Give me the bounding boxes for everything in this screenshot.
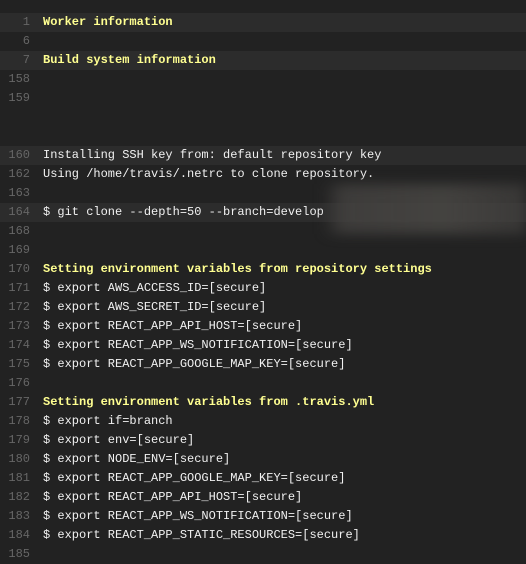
line-number-link[interactable]: 162 (0, 165, 30, 184)
log-line: 175 $ export REACT_APP_GOOGLE_MAP_KEY=[se… (0, 355, 526, 374)
line-number-link[interactable]: 175 (0, 355, 30, 374)
log-line: 180 $ export NODE_ENV=[secure] (0, 450, 526, 469)
line-number-link[interactable]: 158 (0, 70, 30, 89)
line-number-link[interactable]: 185 (0, 545, 30, 564)
log-text: $ export REACT_APP_STATIC_RESOURCES=[sec… (43, 528, 360, 542)
line-number-link[interactable]: 183 (0, 507, 30, 526)
line-number-link[interactable]: 160 (0, 146, 30, 165)
log-line: 158 (0, 70, 526, 89)
line-number-link[interactable]: 1 (0, 13, 30, 32)
line-number-link[interactable]: 172 (0, 298, 30, 317)
line-number-link[interactable]: 182 (0, 488, 30, 507)
build-log: 1 Worker information 6 7 Build system inform… (0, 13, 526, 564)
log-line: 169 (0, 241, 526, 260)
log-fold-line[interactable]: 177 Setting environment variables from .t… (0, 393, 526, 412)
line-number-link[interactable]: 176 (0, 374, 30, 393)
log-line: 183 $ export REACT_APP_WS_NOTIFICATION=[s… (0, 507, 526, 526)
log-fold-line[interactable]: 1 Worker information (0, 13, 526, 32)
log-text: $ export if=branch (43, 414, 173, 428)
log-fold-line[interactable]: 7 Build system information (0, 51, 526, 70)
log-line: 172 $ export AWS_SECRET_ID=[secure] (0, 298, 526, 317)
log-text: $ export REACT_APP_GOOGLE_MAP_KEY=[secur… (43, 471, 346, 485)
log-line: 178 $ export if=branch (0, 412, 526, 431)
line-number-link[interactable]: 159 (0, 89, 30, 108)
fold-title: Build system information (43, 53, 216, 67)
log-line: 160 Installing SSH key from: default repo… (0, 146, 526, 165)
log-text: $ export REACT_APP_WS_NOTIFICATION=[secu… (43, 509, 353, 523)
log-line: 182 $ export REACT_APP_API_HOST=[secure] (0, 488, 526, 507)
line-number-link[interactable]: 171 (0, 279, 30, 298)
log-text: $ export AWS_ACCESS_ID=[secure] (43, 281, 267, 295)
log-text: Installing SSH key from: default reposit… (43, 148, 382, 162)
line-number-link[interactable]: 181 (0, 469, 30, 488)
line-number-link[interactable]: 169 (0, 241, 30, 260)
line-number-link[interactable]: 179 (0, 431, 30, 450)
log-gap (0, 108, 526, 146)
line-number-link[interactable]: 174 (0, 336, 30, 355)
log-line: 179 $ export env=[secure] (0, 431, 526, 450)
line-number-link[interactable]: 163 (0, 184, 30, 203)
log-line: 185 (0, 545, 526, 564)
line-number-link[interactable]: 170 (0, 260, 30, 279)
log-text: Using /home/travis/.netrc to clone repos… (43, 167, 375, 181)
log-text: $ export REACT_APP_API_HOST=[secure] (43, 490, 303, 504)
line-number-link[interactable]: 7 (0, 51, 30, 70)
log-line: 173 $ export REACT_APP_API_HOST=[secure] (0, 317, 526, 336)
line-number-link[interactable]: 168 (0, 222, 30, 241)
log-line: 162 Using /home/travis/.netrc to clone re… (0, 165, 526, 184)
line-number-link[interactable]: 164 (0, 203, 30, 222)
log-text: $ export REACT_APP_API_HOST=[secure] (43, 319, 303, 333)
log-line: 184 $ export REACT_APP_STATIC_RESOURCES=[… (0, 526, 526, 545)
line-number-link[interactable]: 173 (0, 317, 30, 336)
log-line: 176 (0, 374, 526, 393)
fold-title: Setting environment variables from .trav… (43, 395, 375, 409)
log-text: $ export REACT_APP_GOOGLE_MAP_KEY=[secur… (43, 357, 346, 371)
log-text: $ export env=[secure] (43, 433, 195, 447)
log-text: $ export NODE_ENV=[secure] (43, 452, 231, 466)
log-line: 174 $ export REACT_APP_WS_NOTIFICATION=[s… (0, 336, 526, 355)
line-number-link[interactable]: 180 (0, 450, 30, 469)
log-line: 181 $ export REACT_APP_GOOGLE_MAP_KEY=[se… (0, 469, 526, 488)
log-text: $ export REACT_APP_WS_NOTIFICATION=[secu… (43, 338, 353, 352)
log-fold-line[interactable]: 170 Setting environment variables from re… (0, 260, 526, 279)
line-number-link[interactable]: 184 (0, 526, 30, 545)
fold-title: Setting environment variables from repos… (43, 262, 432, 276)
fold-title: Worker information (43, 15, 173, 29)
line-number-link[interactable]: 178 (0, 412, 30, 431)
log-line: 6 (0, 32, 526, 51)
log-line: 171 $ export AWS_ACCESS_ID=[secure] (0, 279, 526, 298)
log-text: $ export AWS_SECRET_ID=[secure] (43, 300, 267, 314)
redacted-region (322, 184, 526, 234)
log-text: $ git clone --depth=50 --branch=develop (43, 205, 324, 219)
line-number-link[interactable]: 6 (0, 32, 30, 51)
line-number-link[interactable]: 177 (0, 393, 30, 412)
log-line: 159 (0, 89, 526, 108)
